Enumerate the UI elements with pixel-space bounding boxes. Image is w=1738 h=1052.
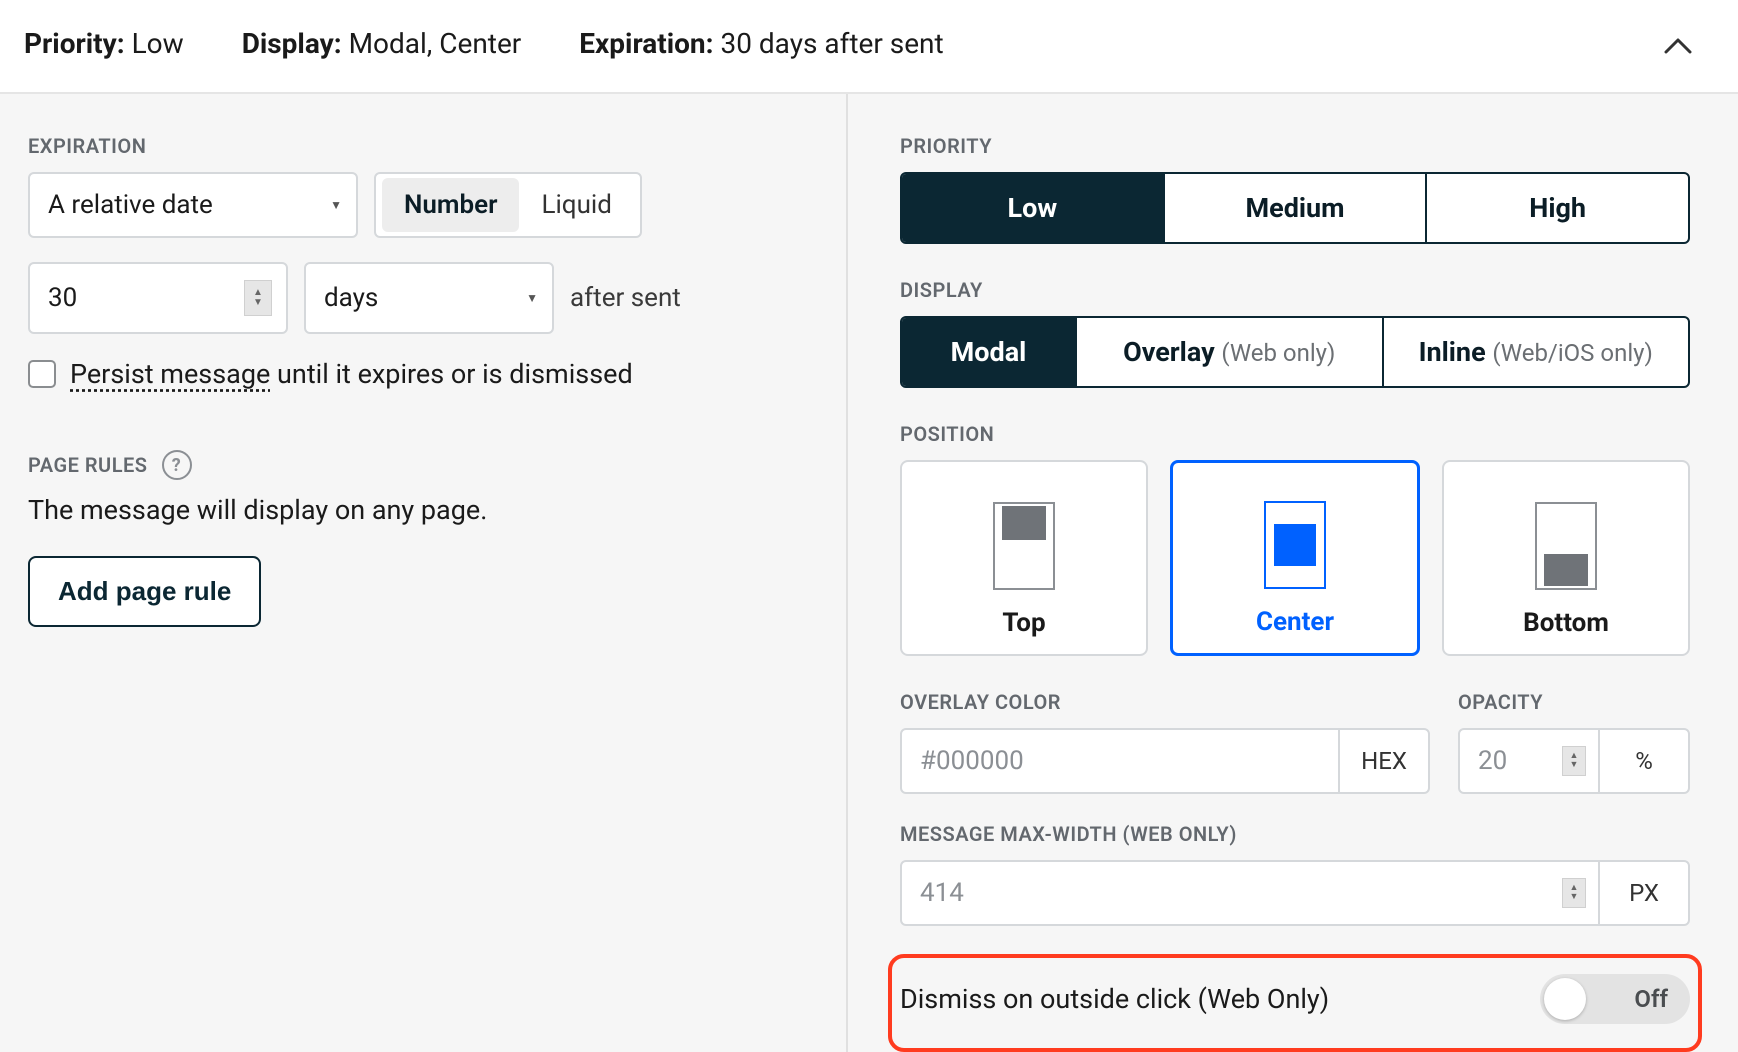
help-icon[interactable]: ? <box>162 450 192 480</box>
number-stepper-icon[interactable]: ▲▼ <box>244 280 272 316</box>
right-column: PRIORITY Low Medium High DISPLAY Modal O… <box>846 94 1738 1052</box>
maxwidth-label: MESSAGE MAX-WIDTH (WEB ONLY) <box>900 822 1690 846</box>
display-label: Display: <box>242 27 342 60</box>
toggle-knob-icon <box>1544 978 1586 1020</box>
position-options: Top Center Bottom <box>900 460 1690 656</box>
maxwidth-unit: PX <box>1598 862 1688 924</box>
display-segmented: Modal Overlay (Web only) Inline (Web/iOS… <box>900 316 1690 388</box>
opacity-input[interactable]: 20 ▲▼ % <box>1458 728 1690 794</box>
persist-label: Persist message until it expires or is d… <box>70 358 633 390</box>
persist-checkbox[interactable] <box>28 360 56 388</box>
maxwidth-stepper-icon[interactable]: ▲▼ <box>1562 878 1586 908</box>
overlay-color-input[interactable]: #000000 HEX <box>900 728 1430 794</box>
overlay-color-group: OVERLAY COLOR #000000 HEX <box>900 690 1430 794</box>
persist-row: Persist message until it expires or is d… <box>28 358 818 390</box>
expiration-label: Expiration: <box>579 27 713 60</box>
opacity-stepper-icon[interactable]: ▲▼ <box>1562 746 1586 776</box>
maxwidth-input[interactable]: 414 ▲▼ PX <box>900 860 1690 926</box>
summary-display: Display: Modal, Center <box>242 27 522 60</box>
display-modal-label: Modal <box>951 336 1027 368</box>
display-overlay-label: Overlay <box>1123 336 1215 368</box>
caret-down-icon: ▼ <box>330 198 342 212</box>
priority-low-option[interactable]: Low <box>902 174 1165 242</box>
display-inline-option[interactable]: Inline (Web/iOS only) <box>1384 318 1689 386</box>
opacity-group: OPACITY 20 ▲▼ % <box>1458 690 1690 794</box>
persist-underlined: Persist message <box>70 358 270 390</box>
overlay-color-value[interactable]: #000000 <box>902 730 1338 792</box>
caret-down-icon: ▼ <box>526 291 538 305</box>
position-bottom-card[interactable]: Bottom <box>1442 460 1690 656</box>
overlay-row: OVERLAY COLOR #000000 HEX OPACITY 20 ▲▼ … <box>900 690 1690 794</box>
overlay-color-label: OVERLAY COLOR <box>900 690 1430 714</box>
position-center-card[interactable]: Center <box>1170 460 1420 656</box>
after-sent-text: after sent <box>570 283 681 313</box>
position-center-label: Center <box>1256 607 1334 637</box>
position-bottom-icon <box>1535 502 1597 590</box>
priority-label: Priority: <box>24 27 125 60</box>
position-section-label: POSITION <box>900 422 1690 446</box>
persist-rest: until it expires or is dismissed <box>270 358 632 390</box>
page-rules-description: The message will display on any page. <box>28 494 818 526</box>
dismiss-row-highlight: Dismiss on outside click (Web Only) Off <box>888 954 1702 1052</box>
left-column: EXPIRATION A relative date ▼ Number Liqu… <box>0 94 846 1052</box>
display-modal-option[interactable]: Modal <box>902 318 1077 386</box>
add-page-rule-button[interactable]: Add page rule <box>28 556 261 627</box>
format-toggle: Number Liquid <box>374 172 642 238</box>
dismiss-state: Off <box>1634 985 1668 1013</box>
opacity-unit: % <box>1598 730 1688 792</box>
collapse-chevron-icon[interactable] <box>1664 24 1692 62</box>
position-top-card[interactable]: Top <box>900 460 1148 656</box>
expiration-value: 30 days after sent <box>720 27 943 60</box>
priority-section-label: PRIORITY <box>900 134 1690 158</box>
priority-value: Low <box>132 27 184 60</box>
expiration-unit-value: days <box>324 283 378 313</box>
display-value: Modal, Center <box>349 27 522 60</box>
summary-header: Priority: Low Display: Modal, Center Exp… <box>0 0 1738 94</box>
summary-values: Priority: Low Display: Modal, Center Exp… <box>24 27 944 60</box>
maxwidth-value[interactable]: 414 ▲▼ <box>902 862 1598 924</box>
expiration-section-label: EXPIRATION <box>28 134 818 158</box>
display-inline-label: Inline <box>1419 336 1486 368</box>
position-top-label: Top <box>1002 608 1045 638</box>
priority-high-option[interactable]: High <box>1427 174 1688 242</box>
priority-segmented: Low Medium High <box>900 172 1690 244</box>
summary-priority: Priority: Low <box>24 27 184 60</box>
summary-expiration: Expiration: 30 days after sent <box>579 27 943 60</box>
position-center-icon <box>1264 501 1326 589</box>
display-overlay-hint: (Web only) <box>1221 339 1335 367</box>
expiration-unit-select[interactable]: days ▼ <box>304 262 554 334</box>
page-rules-label-text: PAGE RULES <box>28 453 148 477</box>
settings-panel: EXPIRATION A relative date ▼ Number Liqu… <box>0 94 1738 1052</box>
expiration-number-value: 30 <box>48 283 77 313</box>
format-number-button[interactable]: Number <box>382 178 519 232</box>
dismiss-label: Dismiss on outside click (Web Only) <box>900 983 1329 1015</box>
display-inline-hint: (Web/iOS only) <box>1492 339 1653 367</box>
page-rules-section-label: PAGE RULES ? <box>28 450 818 480</box>
display-section-label: DISPLAY <box>900 278 1690 302</box>
dismiss-toggle[interactable]: Off <box>1540 974 1690 1024</box>
position-bottom-label: Bottom <box>1523 608 1609 638</box>
display-overlay-option[interactable]: Overlay (Web only) <box>1077 318 1384 386</box>
overlay-color-unit: HEX <box>1338 730 1428 792</box>
format-liquid-button[interactable]: Liquid <box>519 178 633 232</box>
opacity-label: OPACITY <box>1458 690 1690 714</box>
opacity-value[interactable]: 20 ▲▼ <box>1460 730 1598 792</box>
priority-medium-option[interactable]: Medium <box>1165 174 1428 242</box>
position-top-icon <box>993 502 1055 590</box>
expiration-type-value: A relative date <box>48 190 213 220</box>
maxwidth-group: MESSAGE MAX-WIDTH (WEB ONLY) 414 ▲▼ PX <box>900 822 1690 926</box>
expiration-type-select[interactable]: A relative date ▼ <box>28 172 358 238</box>
expiration-number-input[interactable]: 30 ▲▼ <box>28 262 288 334</box>
